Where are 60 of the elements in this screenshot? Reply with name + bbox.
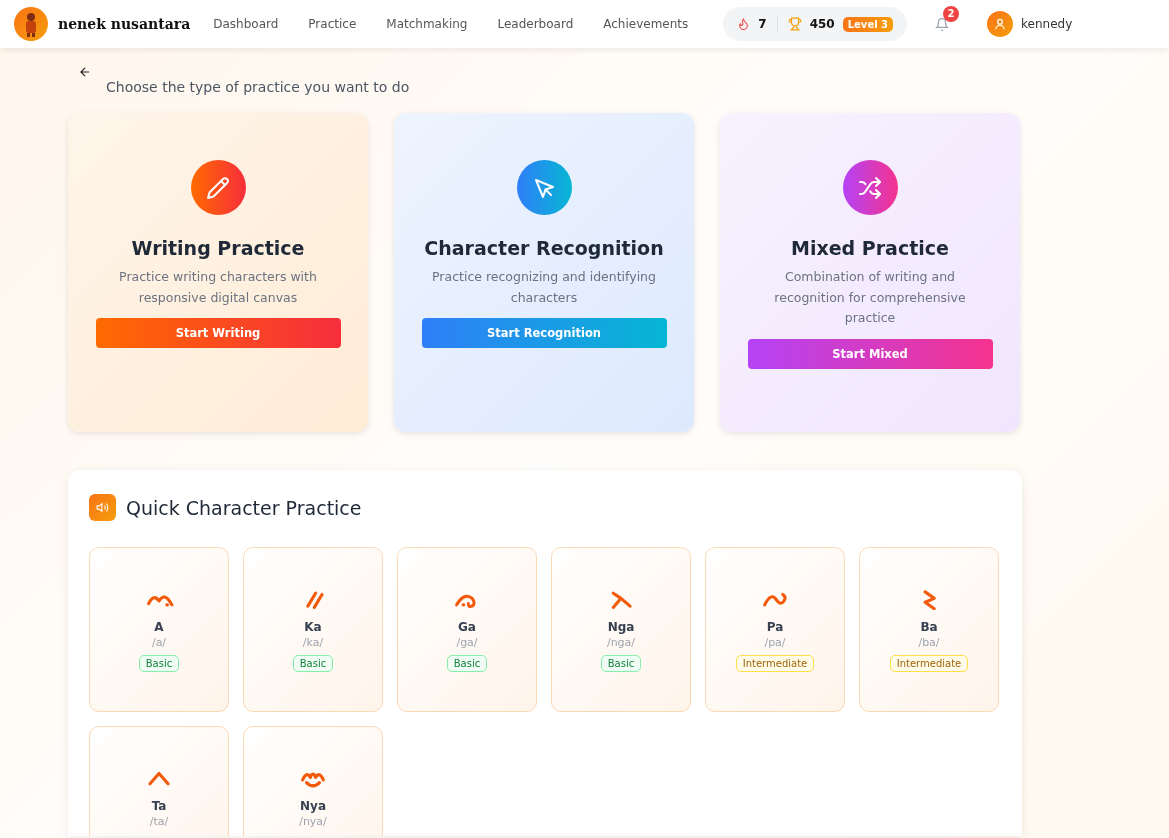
character-tile[interactable]: Ba /ba/ Intermediate bbox=[859, 547, 999, 712]
character-tile[interactable]: Pa /pa/ Intermediate bbox=[705, 547, 845, 712]
back-arrow-icon[interactable] bbox=[78, 65, 92, 79]
page-subtitle: Choose the type of practice you want to do bbox=[106, 79, 410, 95]
card-title: Character Recognition bbox=[424, 237, 664, 259]
start-button[interactable]: Start Writing bbox=[95, 318, 341, 348]
difficulty-tag: Basic bbox=[600, 655, 642, 672]
character-name: Ta bbox=[151, 799, 167, 813]
card-description: Practice writing characters with responsive digital canvas bbox=[118, 268, 318, 307]
character-name: Nya bbox=[300, 799, 326, 813]
character-name: Ga bbox=[458, 620, 476, 634]
character-tile[interactable]: Nya /nya/ bbox=[243, 726, 383, 836]
character-sound: /ta/ bbox=[149, 815, 169, 828]
card-title: Writing Practice bbox=[131, 237, 305, 259]
character-sound: /pa/ bbox=[764, 636, 786, 649]
nav-link[interactable]: Matchmaking bbox=[371, 17, 483, 31]
difficulty-tag: Basic bbox=[138, 655, 180, 672]
character-name: A bbox=[154, 620, 164, 634]
flame-icon bbox=[737, 17, 751, 31]
character-tile[interactable]: Ta /ta/ bbox=[89, 726, 229, 836]
brand-name: nenek nusantara bbox=[58, 16, 191, 32]
nav-link[interactable]: Practice bbox=[293, 17, 372, 31]
character-name: Pa bbox=[766, 620, 784, 634]
character-name: Ba bbox=[920, 620, 938, 634]
notification-count: 2 bbox=[943, 5, 960, 22]
difficulty-tag: Basic bbox=[446, 655, 488, 672]
character-sound: /ga/ bbox=[456, 636, 478, 649]
character-sound: /a/ bbox=[151, 636, 167, 649]
character-tile[interactable]: Ga /ga/ Basic bbox=[397, 547, 537, 712]
logo[interactable] bbox=[14, 7, 48, 41]
character-tile[interactable]: Ka /ka/ Basic bbox=[243, 547, 383, 712]
speaker-icon bbox=[89, 494, 116, 521]
level-badge: Level 3 bbox=[842, 16, 894, 32]
section-title: Quick Character Practice bbox=[126, 496, 362, 519]
user-avatar[interactable] bbox=[987, 11, 1014, 37]
card-description: Combination of writing and recognition for comprehensive practice bbox=[773, 268, 967, 327]
character-tile[interactable]: Nga /nga/ Basic bbox=[551, 547, 691, 712]
points-count: 450 bbox=[809, 17, 835, 31]
shuffle-icon bbox=[858, 175, 882, 200]
character-sound: /ka/ bbox=[302, 636, 324, 649]
character-name: Ka bbox=[304, 620, 322, 634]
nav-link[interactable]: Achievements bbox=[588, 17, 704, 31]
difficulty-tag: Basic bbox=[292, 655, 334, 672]
difficulty-tag: Intermediate bbox=[889, 655, 969, 672]
character-sound: /nya/ bbox=[299, 815, 327, 828]
nav-link[interactable]: Leaderboard bbox=[482, 17, 589, 31]
character-name: Nga bbox=[607, 620, 635, 634]
start-button[interactable]: Start Mixed bbox=[747, 338, 993, 369]
bell-icon[interactable] bbox=[935, 16, 950, 32]
card-title: Mixed Practice bbox=[791, 237, 949, 259]
difficulty-tag: Intermediate bbox=[735, 655, 815, 672]
character-tile[interactable]: A /a/ Basic bbox=[89, 547, 229, 712]
user-name: kennedy bbox=[1021, 17, 1073, 31]
trophy-icon bbox=[787, 17, 802, 31]
nav-link[interactable]: Dashboard bbox=[198, 17, 294, 31]
character-sound: /nga/ bbox=[606, 636, 636, 649]
character-sound: /ba/ bbox=[918, 636, 940, 649]
pencil-icon bbox=[206, 175, 230, 200]
streak-count: 7 bbox=[758, 17, 767, 31]
card-description: Practice recognizing and identifying characters bbox=[431, 268, 657, 307]
